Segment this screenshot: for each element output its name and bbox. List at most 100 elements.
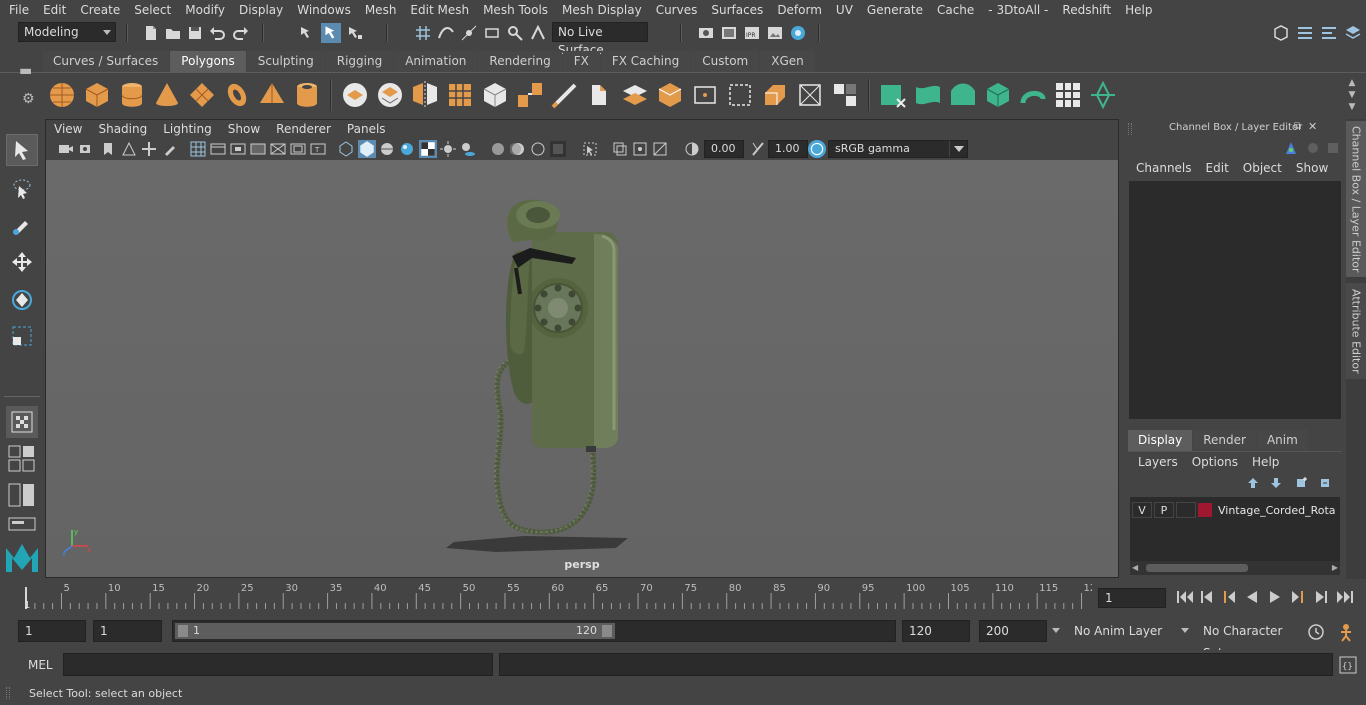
menu-mesh-display[interactable]: Mesh Display xyxy=(555,0,649,20)
xray-components-icon[interactable] xyxy=(652,141,668,157)
ipr-render-icon[interactable]: IPR xyxy=(743,24,761,42)
select-face-icon[interactable] xyxy=(949,81,977,109)
menu-surfaces[interactable]: Surfaces xyxy=(704,0,770,20)
snap-curve-icon[interactable] xyxy=(437,24,455,42)
smooth-icon[interactable] xyxy=(446,81,474,109)
shelf-tab-sculpting[interactable]: Sculpting xyxy=(246,51,325,72)
scroll-thumb[interactable] xyxy=(1146,564,1248,572)
deform-bend-icon[interactable] xyxy=(1019,81,1047,109)
step-back-key-icon[interactable] xyxy=(1200,590,1214,604)
menu-create[interactable]: Create xyxy=(73,0,127,20)
camera-attributes-icon[interactable] xyxy=(79,141,95,157)
workspace-icon[interactable] xyxy=(1272,24,1290,42)
playback-toggle[interactable]: P xyxy=(1154,502,1174,518)
close-icon[interactable]: ✕ xyxy=(1308,120,1317,133)
film-gate-icon[interactable] xyxy=(210,141,226,157)
new-scene-icon[interactable] xyxy=(142,24,160,42)
toggle-channel-box-icon[interactable] xyxy=(1344,24,1362,42)
anim-layer-dropdown[interactable]: No Anim Layer xyxy=(1068,620,1178,642)
go-to-start-icon[interactable] xyxy=(1176,590,1194,604)
layer-menu-help[interactable]: Help xyxy=(1252,455,1293,469)
use-all-lights-icon[interactable] xyxy=(440,141,456,157)
image-plane-icon[interactable] xyxy=(121,141,137,157)
menu-select[interactable]: Select xyxy=(127,0,178,20)
color-management-icon[interactable] xyxy=(808,140,826,158)
viewport-menu-view[interactable]: View xyxy=(46,120,90,138)
menu-generate[interactable]: Generate xyxy=(860,0,930,20)
menu-cache[interactable]: Cache xyxy=(930,0,981,20)
menu-uv[interactable]: UV xyxy=(829,0,860,20)
range-end-grip[interactable] xyxy=(602,625,612,637)
field-chart-icon[interactable] xyxy=(270,141,286,157)
layer-name[interactable]: Vintage_Corded_Rotar xyxy=(1218,504,1336,517)
menu-curves[interactable]: Curves xyxy=(649,0,705,20)
channel-menu-show[interactable]: Show xyxy=(1296,161,1342,175)
render-settings-icon[interactable] xyxy=(697,24,715,42)
select-camera-icon[interactable] xyxy=(58,141,74,157)
range-start-grip[interactable] xyxy=(178,625,188,637)
channel-list[interactable] xyxy=(1129,181,1341,419)
animation-end-field[interactable]: 200 xyxy=(979,620,1047,642)
screen-space-ao-icon[interactable] xyxy=(490,141,506,157)
shadows-icon[interactable] xyxy=(460,141,476,157)
safe-action-icon[interactable] xyxy=(290,141,306,157)
select-uv-icon[interactable] xyxy=(984,81,1012,109)
hypershade-icon[interactable] xyxy=(789,24,807,42)
animation-preferences-icon[interactable] xyxy=(1336,622,1356,642)
channel-box-circle-icon[interactable] xyxy=(1306,141,1320,155)
play-forward-icon[interactable] xyxy=(1268,590,1282,604)
motion-blur-icon[interactable] xyxy=(510,141,526,157)
layer-menu-options[interactable]: Options xyxy=(1192,455,1252,469)
scale-tool[interactable] xyxy=(6,320,38,352)
uv-editor-icon[interactable] xyxy=(831,81,859,109)
new-layer-icon[interactable] xyxy=(1294,477,1308,489)
menu-edit-mesh[interactable]: Edit Mesh xyxy=(403,0,476,20)
script-editor-icon[interactable]: {} xyxy=(1339,656,1357,674)
select-object-icon[interactable] xyxy=(321,23,341,43)
layer-color-swatch[interactable] xyxy=(1198,503,1212,517)
shelf-tab-fx[interactable]: FX xyxy=(562,51,600,72)
select-vertex-icon[interactable] xyxy=(879,81,907,109)
shelf-settings-icon[interactable]: ⚙ xyxy=(22,91,35,107)
shelf-tab-rendering[interactable]: Rendering xyxy=(478,51,562,72)
menu-deform[interactable]: Deform xyxy=(770,0,829,20)
select-hierarchy-icon[interactable] xyxy=(298,24,316,42)
auto-key-icon[interactable] xyxy=(1307,623,1325,641)
make-live-icon[interactable] xyxy=(529,24,547,42)
open-scene-icon[interactable] xyxy=(164,24,182,42)
poly-torus-icon[interactable] xyxy=(223,81,251,109)
shelf-menu-icon[interactable]: ▬ xyxy=(19,63,32,79)
layer-list[interactable]: V P Vintage_Corded_Rotar ◀ ▶ xyxy=(1130,497,1340,575)
smooth-shade-icon[interactable] xyxy=(358,140,376,158)
wireframe-icon[interactable] xyxy=(338,141,354,157)
shelf-tab-rigging[interactable]: Rigging xyxy=(325,51,394,72)
visibility-toggle[interactable]: V xyxy=(1132,502,1152,518)
layer-tab-render[interactable]: Render xyxy=(1193,430,1256,451)
layer-tab-anim[interactable]: Anim xyxy=(1256,430,1308,451)
viewport-menu-panels[interactable]: Panels xyxy=(339,120,394,138)
go-to-end-icon[interactable] xyxy=(1336,590,1354,604)
shelf-tab-fx-caching[interactable]: FX Caching xyxy=(600,51,691,72)
insert-edge-loop-icon[interactable] xyxy=(621,81,649,109)
shelf-tab-custom[interactable]: Custom xyxy=(691,51,760,72)
range-slider-handle[interactable]: 1 120 xyxy=(175,623,615,639)
separate-icon[interactable] xyxy=(376,81,404,109)
animation-start-field[interactable]: 1 xyxy=(18,620,86,642)
shelf-tab-polygons[interactable]: Polygons xyxy=(170,51,246,72)
poly-cube-icon[interactable] xyxy=(83,81,111,109)
gamma-icon[interactable] xyxy=(750,141,766,157)
redo-icon[interactable] xyxy=(232,24,250,42)
layer-menu-layers[interactable]: Layers xyxy=(1138,455,1192,469)
extrude-icon[interactable] xyxy=(481,81,509,109)
poly-cone-icon[interactable] xyxy=(153,81,181,109)
fill-hole-icon[interactable] xyxy=(726,81,754,109)
poly-pyramid-icon[interactable] xyxy=(258,81,286,109)
toggle-tool-settings-icon[interactable] xyxy=(1320,24,1338,42)
shelf-tab-animation[interactable]: Animation xyxy=(394,51,478,72)
bridge-icon[interactable] xyxy=(516,81,544,109)
channel-box-tool-icon[interactable] xyxy=(1284,141,1298,155)
character-set-dropdown[interactable]: No Character Set xyxy=(1197,620,1301,660)
safe-title-icon[interactable]: T xyxy=(310,141,326,157)
snap-live-icon[interactable] xyxy=(506,24,524,42)
viewport-canvas[interactable]: z x y persp xyxy=(46,160,1118,577)
